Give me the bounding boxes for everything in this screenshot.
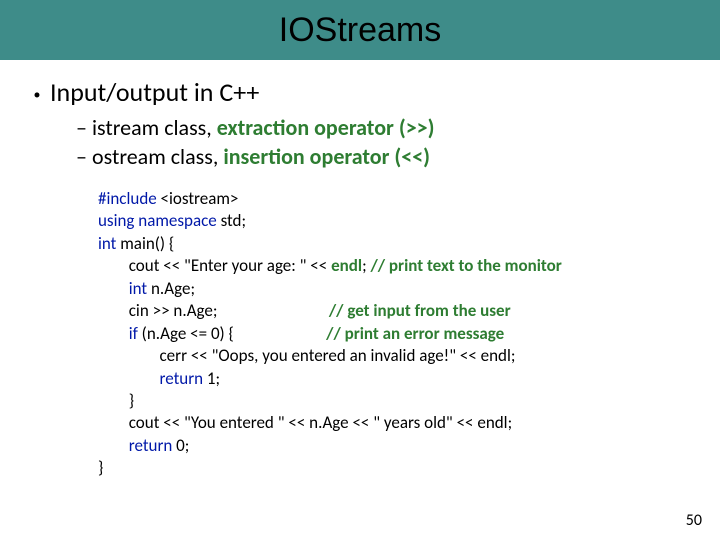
txt xyxy=(98,368,160,389)
kw: int xyxy=(129,278,147,299)
txt xyxy=(98,435,129,456)
em: endl xyxy=(331,255,362,276)
txt xyxy=(98,278,129,299)
code-line: cout << "Enter your age: " << endl; // p… xyxy=(98,255,692,277)
code-line: } xyxy=(98,390,692,412)
code-line: return 1; xyxy=(98,368,692,390)
slide-title: IOStreams xyxy=(279,11,441,50)
code-line: cout << "You entered " << n.Age << " yea… xyxy=(98,412,692,434)
code-line: cin >> n.Age; // get input from the user xyxy=(98,300,692,322)
code-line: #include <iostream> xyxy=(98,188,692,210)
code-line: cerr << "Oops, you entered an invalid ag… xyxy=(98,345,692,367)
txt: main() { xyxy=(116,233,174,254)
kw: using namespace xyxy=(98,210,217,231)
code-line: } xyxy=(98,457,692,479)
slide: IOStreams •Input/output in C++ –istream … xyxy=(0,0,720,540)
sub2-em: insertion operator (<<) xyxy=(223,143,430,170)
txt: std; xyxy=(217,210,246,231)
txt: } xyxy=(98,457,103,478)
txt: (n.Age <= 0) { xyxy=(138,323,326,344)
txt: cerr << "Oops, you entered an invalid ag… xyxy=(98,345,515,366)
txt: n.Age; xyxy=(147,278,195,299)
sub2-prefix: ostream class, xyxy=(92,143,223,170)
bullet-dot-icon: • xyxy=(28,86,50,103)
content-area: •Input/output in C++ –istream class, ext… xyxy=(0,60,720,480)
dash-icon: – xyxy=(76,114,92,141)
bullet-level1: •Input/output in C++ xyxy=(28,76,692,108)
txt: 0; xyxy=(172,435,189,456)
code-line: int main() { xyxy=(98,233,692,255)
code-line: if (n.Age <= 0) { // print an error mess… xyxy=(98,323,692,345)
heading-text: Input/output in C++ xyxy=(50,76,259,108)
comment: // get input from the user xyxy=(329,300,511,321)
sub-bullet-2: –ostream class, insertion operator (<<) xyxy=(76,143,692,170)
txt: 1; xyxy=(203,368,220,389)
kw: return xyxy=(129,435,173,456)
kw: if xyxy=(129,323,138,344)
code-line: using namespace std; xyxy=(98,210,692,232)
code-line: int n.Age; xyxy=(98,278,692,300)
sub-bullet-1: –istream class, extraction operator (>>) xyxy=(76,114,692,141)
txt xyxy=(98,323,129,344)
comment: // print an error message xyxy=(326,323,504,344)
txt: cin >> n.Age; xyxy=(98,300,329,321)
comment: // print text to the monitor xyxy=(370,255,561,276)
txt: <iostream> xyxy=(157,188,239,209)
txt: cout << "Enter your age: " << xyxy=(98,255,331,276)
page-number: 50 xyxy=(686,511,702,530)
sub1-prefix: istream class, xyxy=(92,114,217,141)
title-bar: IOStreams xyxy=(0,0,720,60)
txt: } xyxy=(98,390,134,411)
sub-bullets: –istream class, extraction operator (>>)… xyxy=(28,114,692,170)
txt: cout << "You entered " << n.Age << " yea… xyxy=(98,412,512,433)
code-line: return 0; xyxy=(98,435,692,457)
kw: int xyxy=(98,233,116,254)
dash-icon: – xyxy=(76,143,92,170)
sub1-em: extraction operator (>>) xyxy=(217,114,435,141)
kw: #include xyxy=(98,188,157,209)
kw: return xyxy=(160,368,204,389)
code-block: #include <iostream> using namespace std;… xyxy=(28,172,692,480)
